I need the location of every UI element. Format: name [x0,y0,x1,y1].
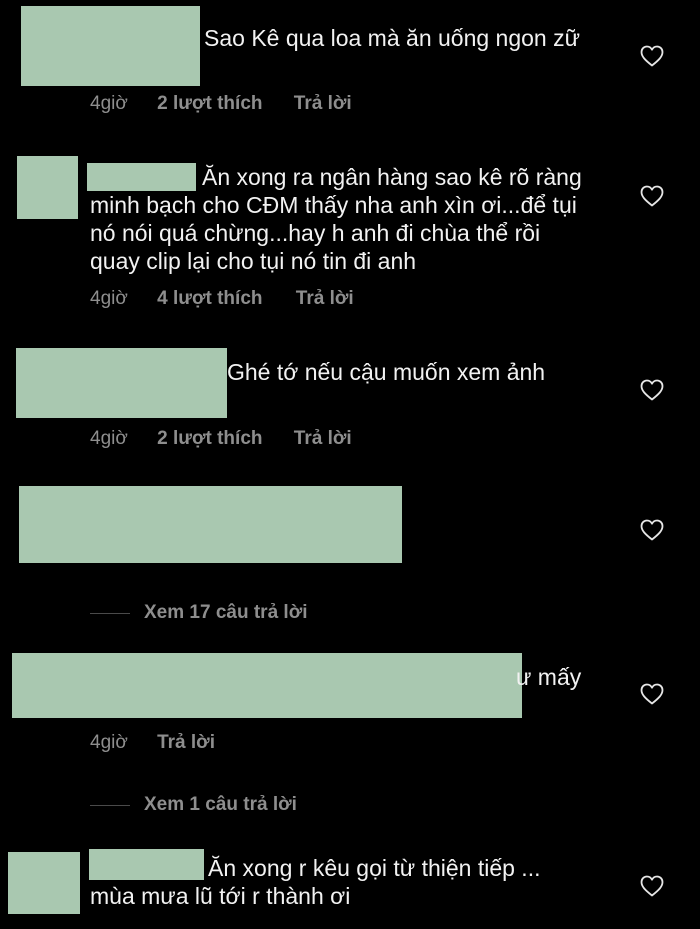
view-replies-button[interactable]: Xem 1 câu trả lời [90,794,297,816]
comment-time: 4giờ [90,93,128,114]
comment-meta: 4giờ 2 lượt thích Trả lời [90,428,352,450]
like-heart-icon[interactable] [640,379,664,401]
redacted-avatar-username [21,6,200,86]
view-replies-label: Xem 17 câu trả lời [144,602,308,623]
comment-text-line: nó nói quá chừng...hay h anh đi chùa thể… [90,220,541,246]
comment-text: Sao Kê qua loa mà ăn uống ngon zữ [204,25,581,51]
redacted-avatar-username [12,653,522,718]
comment-time: 4giờ [90,428,128,449]
view-replies-label: Xem 1 câu trả lời [144,794,297,815]
redacted-avatar [8,852,80,914]
comment-time: 4giờ [90,288,128,309]
like-heart-icon[interactable] [640,875,664,897]
comment-text-line: mùa mưa lũ tới r thành ơi [90,883,351,909]
likes-count[interactable]: 2 lượt thích [157,428,262,449]
reply-button[interactable]: Trả lời [157,732,215,753]
comment-text-line: Ăn xong r kêu gọi từ thiện tiếp ... [208,855,541,881]
comment-time: 4giờ [90,732,128,753]
comment-text-line: Ăn xong ra ngân hàng sao kê rõ ràng [202,164,582,190]
likes-count[interactable]: 2 lượt thích [157,93,262,114]
comment-text-line: quay clip lại cho tụi nó tin đi anh [90,248,417,274]
comment-text: Ghé tớ nếu cậu muốn xem ảnh [227,359,546,385]
comment-meta: 4giờ Trả lời [90,732,215,754]
comment-meta: 4giờ 4 lượt thích Trả lời [90,288,354,310]
like-heart-icon[interactable] [640,519,664,541]
redacted-avatar [17,156,78,219]
redacted-username [87,163,196,191]
redacted-avatar-username [16,348,227,418]
comment-meta: 4giờ 2 lượt thích Trả lời [90,93,352,115]
comment-text: ư mấy [516,664,582,690]
comment-text-line: minh bạch cho CĐM thấy nha anh xìn ơi...… [90,192,577,218]
view-replies-button[interactable]: Xem 17 câu trả lời [90,602,307,624]
like-heart-icon[interactable] [640,683,664,705]
reply-button[interactable]: Trả lời [294,93,352,114]
likes-count[interactable]: 4 lượt thích [157,288,262,309]
redacted-comment [19,486,402,563]
replies-divider [90,804,130,806]
redacted-username [89,849,204,880]
reply-button[interactable]: Trả lời [294,428,352,449]
like-heart-icon[interactable] [640,45,664,67]
like-heart-icon[interactable] [640,185,664,207]
reply-button[interactable]: Trả lời [296,288,354,309]
replies-divider [90,612,130,614]
